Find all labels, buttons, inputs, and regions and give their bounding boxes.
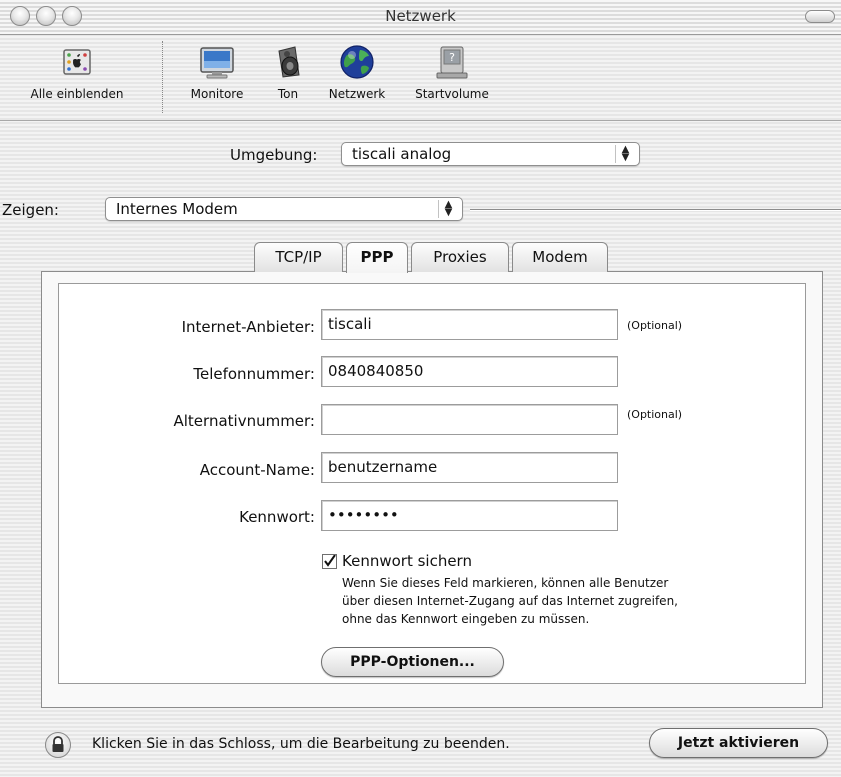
ppp-options-button[interactable]: PPP-Optionen... <box>321 647 504 677</box>
location-popup[interactable]: tiscali analog ▲ ▼ <box>341 142 640 166</box>
save-password-description: Wenn Sie dieses Feld markieren, können a… <box>342 574 678 628</box>
toolbar-network[interactable]: Netzwerk <box>318 43 396 101</box>
toolbar-sound[interactable]: Ton <box>262 43 314 101</box>
alt-phone-optional-note: (Optional) <box>627 408 683 421</box>
provider-field[interactable]: tiscali <box>321 309 618 340</box>
popup-arrows-icon: ▲ ▼ <box>438 200 458 218</box>
toolbar-label: Alle einblenden <box>30 87 124 101</box>
popup-arrows-icon: ▲ ▼ <box>615 145 635 163</box>
toolbar-divider <box>162 41 163 113</box>
svg-text:?: ? <box>449 51 455 64</box>
show-popup[interactable]: Internes Modem ▲ ▼ <box>105 197 463 221</box>
globe-icon <box>338 43 376 81</box>
checkmark-icon <box>324 554 336 567</box>
toolbar-show-all[interactable]: Alle einblenden <box>6 43 148 101</box>
lock-hint-text: Klicken Sie in das Schloss, um die Bearb… <box>92 736 510 752</box>
description-line: Wenn Sie dieses Feld markieren, können a… <box>342 576 669 590</box>
tab-proxies[interactable]: Proxies <box>411 242 509 272</box>
network-preferences-window: Netzwerk Alle einblenden Monitore Ton Ne… <box>0 0 841 777</box>
lock-icon <box>52 736 64 752</box>
phone-label: Telefonnummer: <box>193 365 315 383</box>
toolbar-label: Startvolume <box>415 87 489 101</box>
lock-button[interactable] <box>45 732 71 758</box>
activate-now-button[interactable]: Jetzt aktivieren <box>649 728 828 758</box>
show-label: Zeigen: <box>2 201 59 219</box>
toolbar: Alle einblenden Monitore Ton Netzwerk ? … <box>0 35 841 121</box>
apple-grid-icon <box>58 43 96 81</box>
password-label: Kennwort: <box>239 508 315 526</box>
window-title: Netzwerk <box>385 7 456 25</box>
title-bar: Netzwerk <box>0 0 841 35</box>
toolbar-label: Monitore <box>190 87 244 101</box>
disk-icon: ? <box>433 43 471 81</box>
description-line: über diesen Internet-Zugang auf das Inte… <box>342 594 678 608</box>
toolbar-label: Netzwerk <box>328 87 386 101</box>
location-label: Umgebung: <box>230 146 318 164</box>
save-password-label: Kennwort sichern <box>342 552 472 570</box>
provider-optional-note: (Optional) <box>627 319 683 332</box>
toolbar-toggle-button[interactable] <box>805 10 835 23</box>
save-password-checkbox[interactable] <box>322 554 337 569</box>
alt-phone-field[interactable] <box>321 404 618 435</box>
account-field[interactable]: benutzername <box>321 452 618 483</box>
description-line: ohne das Kennwort eingeben zu müssen. <box>342 612 590 626</box>
toolbar-displays[interactable]: Monitore <box>176 43 258 101</box>
location-value: tiscali analog <box>352 145 452 163</box>
tab-ppp[interactable]: PPP <box>346 242 408 273</box>
tab-modem[interactable]: Modem <box>512 242 608 272</box>
speaker-icon <box>269 43 307 81</box>
tab-tcpip[interactable]: TCP/IP <box>254 242 343 272</box>
password-field[interactable]: •••••••• <box>321 500 618 531</box>
separator-line <box>470 209 841 211</box>
account-label: Account-Name: <box>199 461 315 479</box>
provider-label: Internet-Anbieter: <box>181 318 315 336</box>
monitor-icon <box>198 43 236 81</box>
phone-field[interactable]: 0840840850 <box>321 356 618 387</box>
toolbar-label: Ton <box>277 87 299 101</box>
toolbar-startup-disk[interactable]: ? Startvolume <box>398 43 506 101</box>
alt-phone-label: Alternativnummer: <box>173 412 316 430</box>
show-value: Internes Modem <box>116 200 238 218</box>
